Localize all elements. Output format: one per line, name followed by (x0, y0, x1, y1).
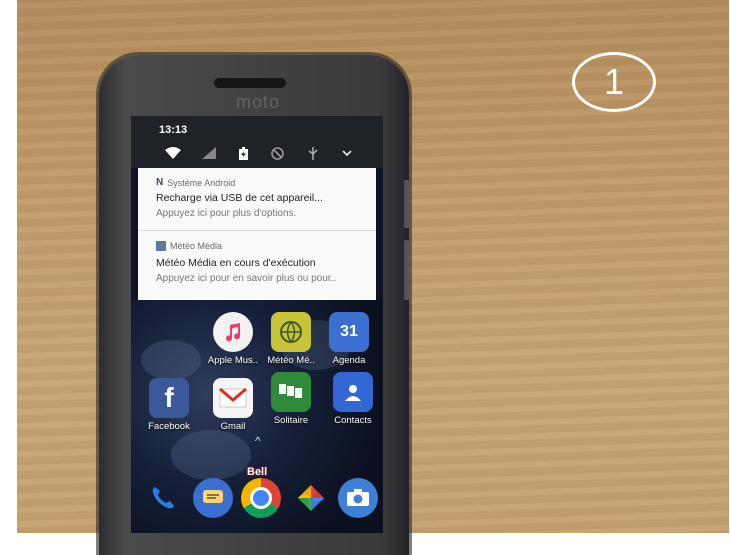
android-n-icon: N (156, 177, 164, 188)
music-icon (213, 312, 253, 352)
app-gmail[interactable]: Gmail (206, 378, 260, 432)
facebook-icon: f (149, 378, 189, 418)
phone-brand-logo: moto (236, 92, 281, 112)
photos-icon[interactable] (291, 478, 331, 518)
power-button (404, 180, 409, 228)
gmail-icon (213, 378, 253, 418)
app-label: Apple Mus.. (207, 355, 259, 366)
wallpaper-leaf (171, 430, 251, 480)
earpiece (214, 78, 286, 88)
camera-icon[interactable] (338, 478, 378, 518)
phone-screen: 13:13 N Système Android Recharge via USB… (131, 116, 383, 533)
signal-icon[interactable] (201, 146, 217, 160)
app-apple-music[interactable]: Apple Mus.. (206, 312, 260, 366)
app-label: Solitaire (273, 415, 309, 426)
notification-app-row: Météo Média (156, 241, 222, 251)
step-number-badge: 1 (572, 52, 656, 112)
volume-button (404, 240, 409, 300)
app-label: Météo Mé.. (267, 355, 315, 366)
chrome-center (250, 487, 272, 509)
phone-icon[interactable] (143, 478, 183, 518)
notification-text: Appuyez ici pour en savoir plus ou pour.… (156, 273, 337, 284)
notification-meteo-media[interactable]: Météo Média Météo Média en cours d'exécu… (138, 231, 376, 300)
bell-overlay-label: Bell (247, 466, 268, 478)
app-contacts[interactable]: Contacts (326, 372, 380, 426)
app-label: Gmail (220, 421, 246, 432)
chrome-icon[interactable]: Bell (241, 466, 281, 518)
usb-icon[interactable] (305, 146, 321, 160)
app-label: Contacts (334, 415, 372, 426)
notification-title: Météo Média en cours d'exécution (156, 257, 316, 269)
app-label: Agenda (332, 355, 366, 366)
app-solitaire[interactable]: Solitaire (264, 372, 318, 426)
wifi-icon[interactable] (165, 146, 181, 160)
battery-icon[interactable] (235, 146, 251, 160)
meteo-app-icon (156, 241, 166, 251)
app-facebook[interactable]: f Facebook (142, 378, 196, 432)
chevron-down-icon[interactable] (339, 146, 355, 160)
notification-text: Appuyez ici pour plus d'options. (156, 208, 297, 219)
app-label: Facebook (148, 421, 190, 432)
clock: 13:13 (159, 124, 188, 136)
calendar-icon: 31 (329, 312, 369, 352)
app-meteo-media[interactable]: Météo Mé.. (264, 312, 318, 366)
status-bar: 13:13 (131, 116, 383, 168)
notification-title: Recharge via USB de cet appareil... (156, 192, 323, 204)
cards-icon (271, 372, 311, 412)
wallpaper-leaf (141, 340, 201, 380)
contacts-icon (333, 372, 373, 412)
notification-app-name: Météo Média (170, 241, 223, 251)
notification-app-name: Système Android (167, 177, 236, 188)
messages-icon[interactable] (193, 478, 233, 518)
do-not-disturb-icon[interactable] (269, 146, 285, 160)
app-agenda[interactable]: 31 Agenda (322, 312, 376, 366)
notification-android-system[interactable]: N Système Android Recharge via USB de ce… (138, 168, 376, 230)
notification-app-row: N Système Android (156, 177, 235, 188)
weather-icon (271, 312, 311, 352)
notification-shade: N Système Android Recharge via USB de ce… (138, 168, 376, 300)
app-drawer-chevron-icon[interactable]: ^ (255, 434, 261, 448)
